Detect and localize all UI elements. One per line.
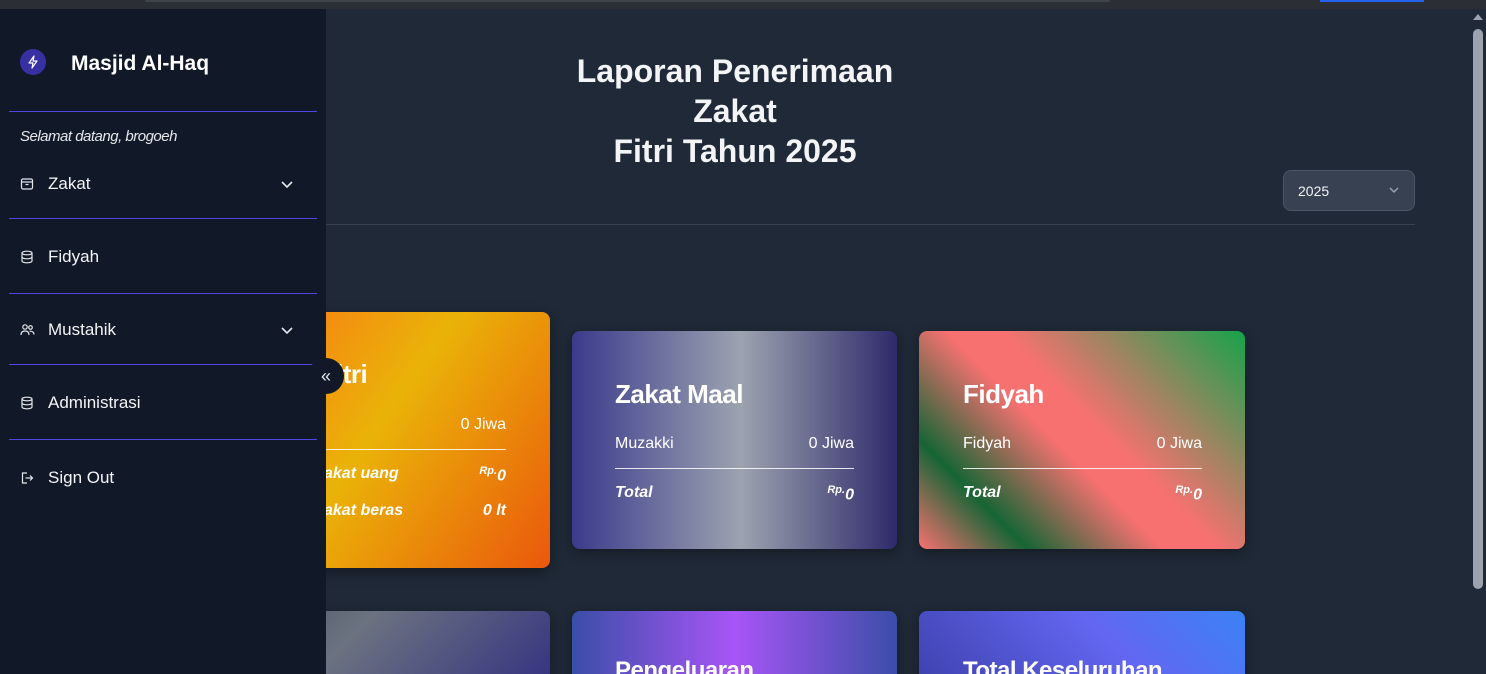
- sidebar-divider: [9, 218, 317, 219]
- brand-name[interactable]: Masjid Al-Haq: [71, 52, 209, 76]
- sidebar-item-sign-out[interactable]: Sign Out: [20, 466, 300, 490]
- page-title-line2: Fitri Tahun 2025: [613, 133, 857, 169]
- currency-label: Rp.: [479, 465, 498, 477]
- sidebar-item-zakat[interactable]: Zakat: [20, 172, 300, 196]
- card-total-keseluruhan: Total Keseluruhan: [919, 611, 1245, 674]
- card-total-value: Rp.0: [827, 484, 854, 504]
- card-row-zakat-uang: akat uang Rp.0: [324, 465, 506, 485]
- card-row-zakat-beras: akat beras 0 lt: [324, 502, 506, 520]
- sidebar-item-mustahik[interactable]: Mustahik: [20, 318, 300, 342]
- sidebar-item-label: Sign Out: [48, 468, 115, 487]
- sidebar: Masjid Al-Haq Selamat datang, brogoeh Za…: [0, 9, 344, 674]
- sidebar-item-label: Administrasi: [48, 393, 141, 412]
- card-total-label: Total: [615, 484, 653, 501]
- chevron-down-icon: [281, 181, 293, 189]
- sidebar-item-label: Fidyah: [48, 247, 100, 266]
- sign-out-icon: [20, 470, 36, 486]
- card-divider: [296, 449, 506, 450]
- page-title: Laporan Penerimaan Zakat Fitri Tahun 202…: [535, 51, 935, 171]
- archive-icon: [20, 176, 36, 192]
- sidebar-item-fidyah[interactable]: Fidyah: [20, 245, 300, 269]
- page-scrollbar[interactable]: [1470, 9, 1486, 674]
- welcome-text: Selamat datang, brogoeh: [20, 128, 177, 145]
- sidebar-item-administrasi[interactable]: Administrasi: [20, 391, 300, 415]
- bolt-icon: [20, 49, 46, 75]
- chevron-down-icon: [281, 327, 293, 335]
- chevron-down-icon: [1389, 187, 1399, 194]
- card-row-total: Total Rp.0: [963, 484, 1202, 504]
- card-row-label: akat beras: [324, 502, 404, 519]
- browser-tab-strip: [145, 0, 1110, 2]
- header-divider: [326, 224, 1415, 225]
- card-pengeluaran: Pengeluaran: [572, 611, 897, 674]
- currency-label: Rp.: [1175, 484, 1194, 496]
- card-row-label: akat uang: [324, 465, 399, 482]
- card-title: Pengeluaran: [615, 657, 754, 674]
- card-row-fidyah: Fidyah 0 Jiwa: [963, 435, 1202, 453]
- sidebar-item-label: Zakat: [48, 174, 91, 193]
- card-title: Fidyah: [963, 379, 1044, 409]
- card-row-total: Total Rp.0: [615, 484, 854, 504]
- card-row-value: 0 Jiwa: [460, 416, 506, 433]
- database-icon: [20, 395, 36, 411]
- currency-label: Rp.: [827, 484, 846, 496]
- double-chevron-left-icon: «: [320, 365, 331, 386]
- card-total-label: Total: [963, 484, 1001, 501]
- sidebar-divider: [9, 364, 317, 365]
- scroll-thumb[interactable]: [1473, 29, 1483, 589]
- sidebar-divider: [9, 439, 317, 440]
- users-icon: [20, 322, 36, 338]
- year-select[interactable]: 2025: [1283, 170, 1415, 211]
- card-divider: [963, 468, 1202, 469]
- card-row-value: 0 Jiwa: [808, 435, 854, 452]
- database-icon: [20, 249, 36, 265]
- card-row-label: Fidyah: [963, 435, 1012, 452]
- card-row-value: 0 Jiwa: [1156, 435, 1202, 452]
- brand[interactable]: [20, 49, 46, 75]
- year-select-value: 2025: [1298, 182, 1330, 199]
- sidebar-divider: [9, 293, 317, 294]
- card-fidyah: Fidyah Fidyah 0 Jiwa Total Rp.0: [919, 331, 1245, 549]
- card-divider: [615, 468, 854, 469]
- sidebar-item-label: Mustahik: [48, 320, 117, 339]
- browser-accent-bar: [1320, 0, 1424, 2]
- card-total-value: Rp.0: [1175, 484, 1202, 504]
- card-title: Zakat Maal: [615, 379, 743, 409]
- browser-top-bar: [0, 0, 1486, 9]
- page-title-line1: Laporan Penerimaan Zakat: [576, 53, 894, 129]
- card-row-muzakki: Muzakki 0 Jiwa: [615, 435, 854, 453]
- card-row-amount: Rp.0: [479, 465, 506, 485]
- card-row-label: Muzakki: [615, 435, 674, 452]
- card-row-muzakki: 0 Jiwa: [326, 416, 506, 434]
- card-zakat-maal: Zakat Maal Muzakki 0 Jiwa Total Rp.0: [572, 331, 897, 549]
- sidebar-collapse-button[interactable]: «: [308, 358, 344, 394]
- scroll-up-arrow-icon[interactable]: [1473, 14, 1483, 20]
- card-row-amount: 0 lt: [482, 502, 506, 519]
- sidebar-divider: [9, 111, 317, 112]
- card-title: Total Keseluruhan: [963, 657, 1163, 674]
